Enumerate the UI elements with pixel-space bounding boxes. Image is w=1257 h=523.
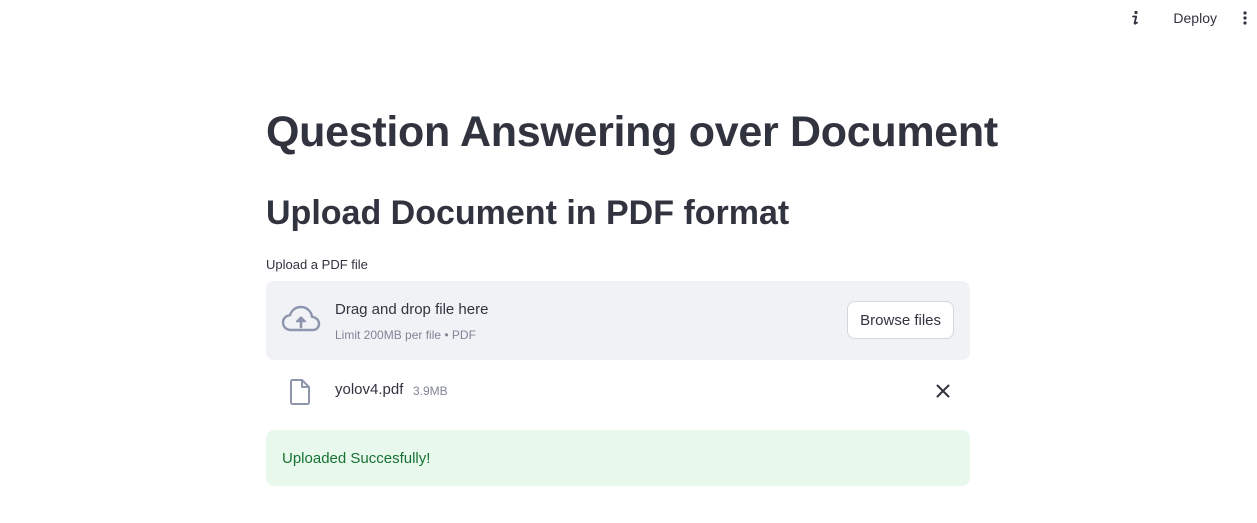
close-icon[interactable]	[934, 382, 952, 400]
browse-files-button[interactable]: Browse files	[847, 301, 954, 339]
success-message: Uploaded Succesfully!	[282, 450, 431, 467]
dropzone-instructions: Drag and drop file here	[335, 301, 489, 318]
info-icon[interactable]	[1125, 8, 1145, 28]
file-size: 3.9MB	[413, 384, 448, 398]
vertical-dots-icon[interactable]	[1237, 8, 1253, 28]
deploy-button[interactable]: Deploy	[1165, 6, 1225, 30]
file-icon	[289, 379, 311, 405]
page-subtitle: Upload Document in PDF format	[266, 194, 790, 232]
file-uploader-label: Upload a PDF file	[266, 257, 368, 272]
cloud-upload-icon	[281, 303, 321, 337]
top-toolbar: Deploy	[1125, 0, 1257, 36]
success-alert: Uploaded Succesfully!	[266, 430, 970, 486]
app-page: Deploy Question Answering over Document …	[0, 0, 1257, 523]
dropzone-limit-text: Limit 200MB per file • PDF	[335, 328, 476, 342]
page-title: Question Answering over Document	[266, 108, 998, 156]
file-dropzone[interactable]: Drag and drop file here Limit 200MB per …	[266, 281, 970, 360]
file-name: yolov4.pdf	[335, 381, 404, 398]
uploaded-file-item: yolov4.pdf 3.9MB	[266, 370, 970, 412]
